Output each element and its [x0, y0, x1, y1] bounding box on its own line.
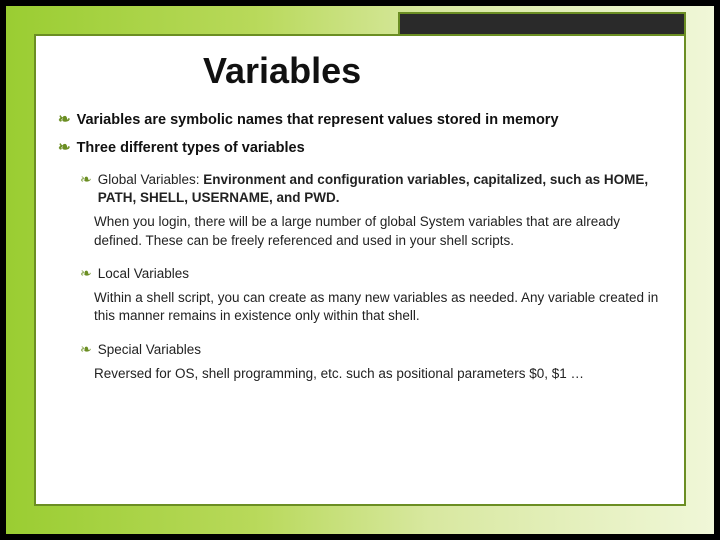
sub-bullet-local: ❧ Local Variables	[80, 264, 662, 283]
bullet-variables-def: ❧ Variables are symbolic names that repr…	[58, 110, 662, 128]
paragraph-local-desc: Within a shell script, you can create as…	[94, 289, 662, 325]
slide-background: Variables ❧ Variables are symbolic names…	[6, 6, 714, 534]
sub-bullet-text: Global Variables: Environment and config…	[98, 171, 662, 207]
sub-bullet-global: ❧ Global Variables: Environment and conf…	[80, 170, 662, 207]
leaf-icon: ❧	[80, 340, 92, 359]
bullet-three-types: ❧ Three different types of variables	[58, 138, 662, 156]
paragraph-special-desc: Reversed for OS, shell programming, etc.…	[94, 365, 662, 383]
sub-bullet-special: ❧ Special Variables	[80, 340, 662, 359]
bullet-text: Three different types of variables	[77, 140, 305, 156]
bullet-text: Variables are symbolic names that repres…	[77, 112, 559, 128]
leaf-icon: ❧	[58, 138, 71, 156]
leaf-icon: ❧	[58, 110, 71, 128]
leaf-icon: ❧	[80, 170, 92, 189]
sub-bullet-text: Local Variables	[98, 265, 189, 283]
paragraph-global-desc: When you login, there will be a large nu…	[94, 213, 662, 249]
slide-content: Variables ❧ Variables are symbolic names…	[34, 34, 686, 506]
leaf-icon: ❧	[80, 264, 92, 283]
slide-title: Variables	[203, 50, 662, 92]
sub-bullet-text: Special Variables	[98, 341, 201, 359]
